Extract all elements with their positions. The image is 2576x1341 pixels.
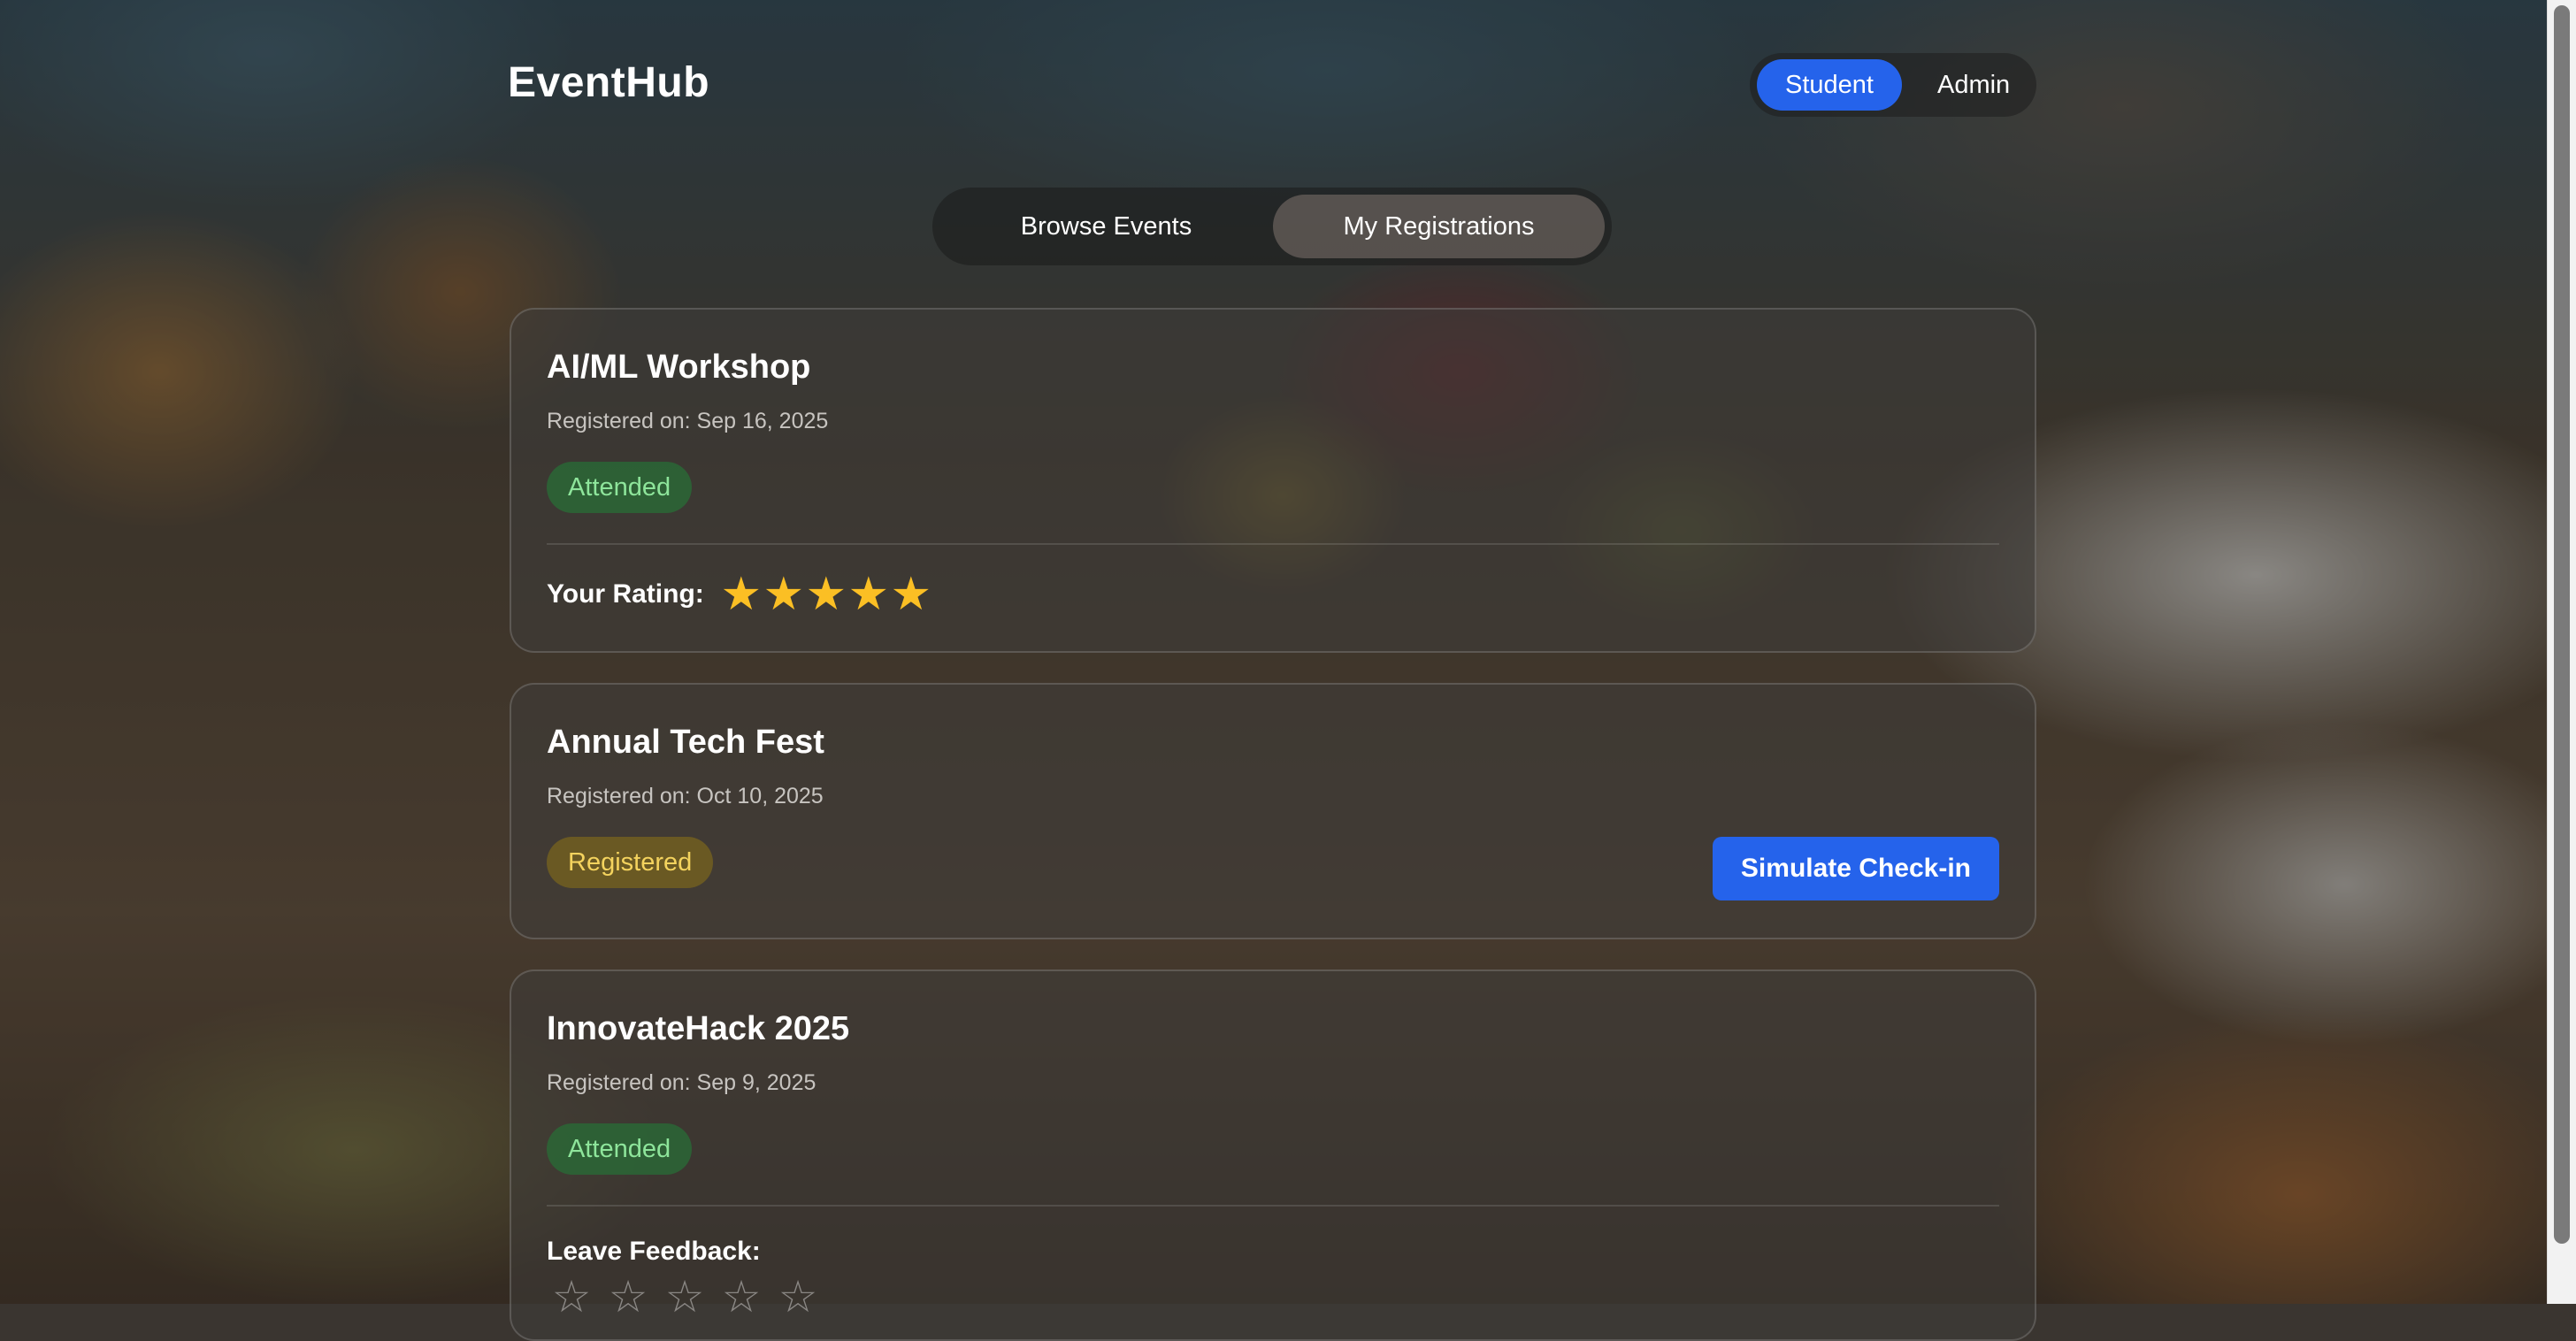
registered-date: Registered on: Oct 10, 2025 xyxy=(547,784,824,808)
star-outline-icon[interactable]: ☆ xyxy=(543,1274,600,1320)
status-badge: Attended xyxy=(547,1123,693,1175)
event-title: Annual Tech Fest xyxy=(547,724,824,761)
star-icon: ★ xyxy=(847,569,890,620)
app: EventHub Student Admin Browse Events My … xyxy=(0,0,2576,1341)
rating-label: Your Rating: xyxy=(547,579,704,609)
view-tabs: Browse Events My Registrations xyxy=(932,188,1612,265)
simulate-checkin-button[interactable]: Simulate Check-in xyxy=(1712,837,1999,900)
star-outline-icon[interactable]: ☆ xyxy=(656,1274,713,1320)
tab-my-registrations[interactable]: My Registrations xyxy=(1273,195,1605,258)
feedback-label: Leave Feedback: xyxy=(547,1237,761,1266)
role-switch: Student Admin xyxy=(1750,53,2036,117)
star-icon: ★ xyxy=(720,569,763,620)
tab-browse-events[interactable]: Browse Events xyxy=(939,195,1273,258)
registration-card: AI/ML Workshop Registered on: Sep 16, 20… xyxy=(510,308,2036,653)
event-title: AI/ML Workshop xyxy=(547,349,811,386)
star-icon: ★ xyxy=(763,569,805,620)
card-divider xyxy=(547,543,1999,545)
scrollbar-thumb[interactable] xyxy=(2554,5,2570,1244)
star-icon: ★ xyxy=(890,569,932,620)
rating-row: Your Rating: ★ ★ ★ ★ ★ xyxy=(547,571,932,617)
admin-role-button[interactable]: Admin xyxy=(1909,59,2038,111)
registered-date: Registered on: Sep 9, 2025 xyxy=(547,1070,816,1095)
feedback-stars: ☆ ☆ ☆ ☆ ☆ xyxy=(543,1274,826,1320)
student-role-button[interactable]: Student xyxy=(1757,59,1902,111)
registration-card: Annual Tech Fest Registered on: Oct 10, … xyxy=(510,683,2036,939)
rating-stars: ★ ★ ★ ★ ★ xyxy=(720,571,932,617)
status-badge: Attended xyxy=(547,462,693,513)
star-outline-icon[interactable]: ☆ xyxy=(770,1274,826,1320)
page-scrollbar[interactable] xyxy=(2547,0,2576,1304)
star-outline-icon[interactable]: ☆ xyxy=(713,1274,770,1320)
card-divider xyxy=(547,1205,1999,1207)
status-badge: Registered xyxy=(547,837,714,888)
registration-card: InnovateHack 2025 Registered on: Sep 9, … xyxy=(510,969,2036,1341)
star-icon: ★ xyxy=(805,569,847,620)
star-outline-icon[interactable]: ☆ xyxy=(600,1274,656,1320)
event-title: InnovateHack 2025 xyxy=(547,1010,850,1047)
registered-date: Registered on: Sep 16, 2025 xyxy=(547,409,829,433)
brand-logo[interactable]: EventHub xyxy=(508,58,709,107)
